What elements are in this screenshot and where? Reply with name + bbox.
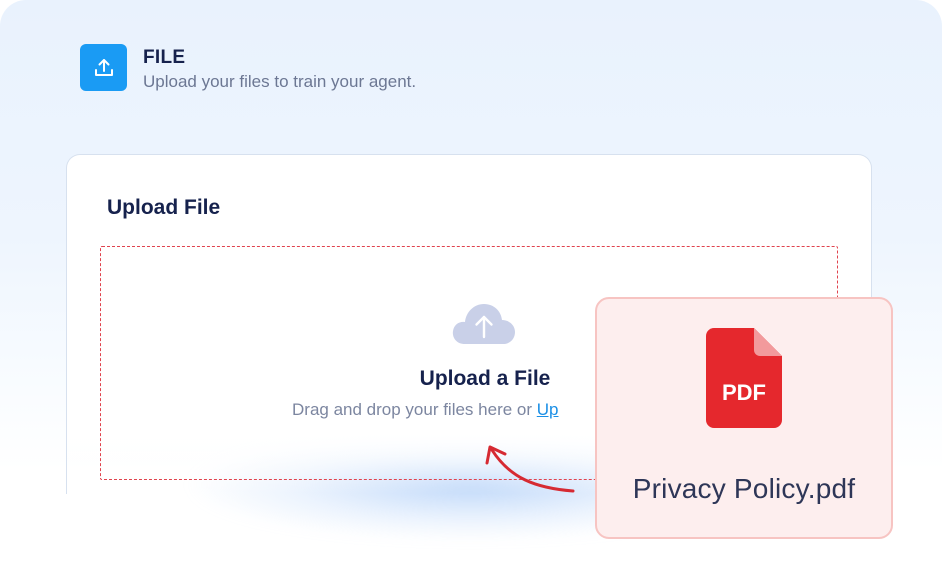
upload-tray-icon xyxy=(80,44,127,91)
drag-arrow-icon xyxy=(485,445,575,493)
pdf-badge-label: PDF xyxy=(722,380,766,405)
file-name: Privacy Policy.pdf xyxy=(632,473,856,504)
dropzone-text: Drag and drop your files here or xyxy=(292,400,537,419)
cloud-upload-icon xyxy=(452,304,515,344)
upload-card-title: Upload File xyxy=(107,196,221,219)
dropzone-instructions: Drag and drop your files here or Up xyxy=(292,400,558,420)
upload-link[interactable]: Up xyxy=(537,400,559,419)
section-subtitle: Upload your files to train your agent. xyxy=(143,72,417,91)
pdf-file-icon: PDF xyxy=(706,328,782,428)
section-title: FILE xyxy=(143,47,186,68)
